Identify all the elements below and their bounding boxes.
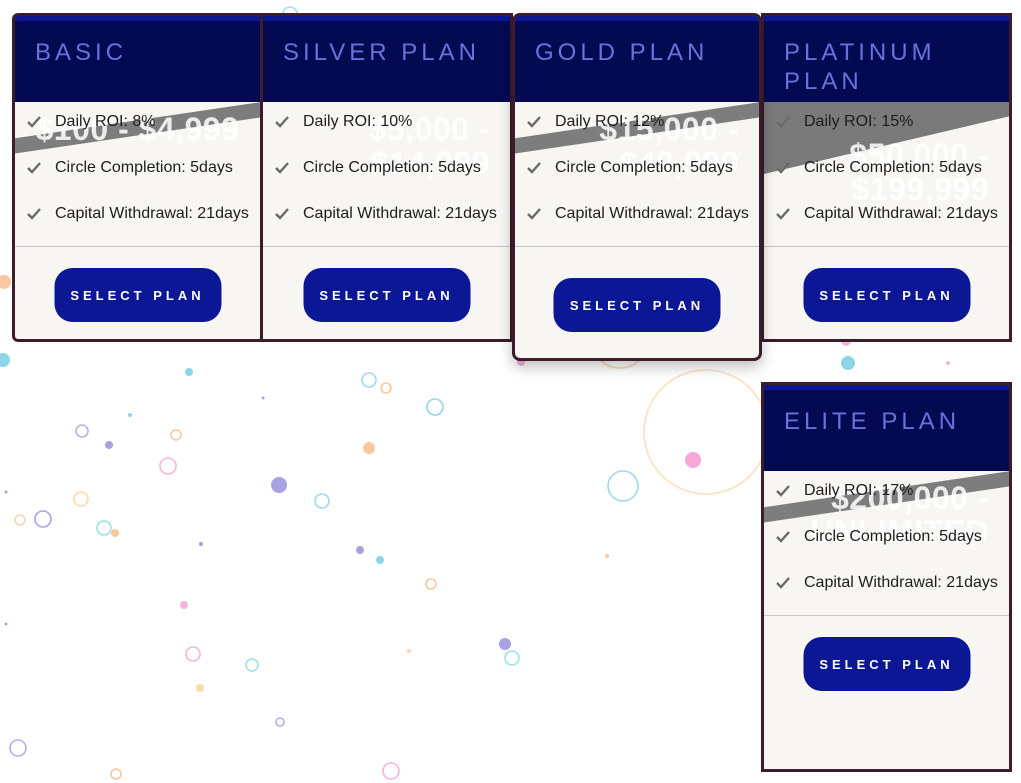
feature-item: Capital Withdrawal: 21days: [776, 573, 999, 619]
feature-item: Capital Withdrawal: 21days: [275, 204, 500, 250]
check-icon: [776, 204, 804, 226]
feature-item: Circle Completion: 5days: [776, 158, 999, 204]
plan-card-elite: ELITE PLAN $200,000 - UNLIMITED Daily RO…: [761, 382, 1012, 772]
feature-item: Capital Withdrawal: 21days: [527, 204, 749, 250]
check-icon: [527, 204, 555, 226]
plan-card-basic: BASIC $100 - $4,999 Daily ROI: 8% Circle…: [12, 13, 263, 342]
feature-list: Daily ROI: 15% Circle Completion: 5days …: [776, 112, 999, 250]
check-icon: [527, 158, 555, 180]
divider: [764, 615, 1009, 616]
select-plan-button[interactable]: SELECT PLAN: [803, 268, 970, 322]
plan-title: BASIC: [35, 39, 128, 66]
check-icon: [275, 204, 303, 226]
select-plan-button[interactable]: SELECT PLAN: [553, 278, 721, 332]
plan-title: PLATINUM PLAN: [784, 39, 936, 95]
check-icon: [275, 158, 303, 180]
feature-item: Daily ROI: 10%: [275, 112, 500, 158]
select-plan-button[interactable]: SELECT PLAN: [54, 268, 221, 322]
plan-card-silver: SILVER PLAN $5,000 - $14,999 Daily ROI: …: [260, 13, 513, 342]
plan-title: ELITE PLAN: [784, 408, 961, 435]
feature-item: Capital Withdrawal: 21days: [776, 204, 999, 250]
feature-item: Circle Completion: 5days: [527, 158, 749, 204]
divider: [15, 246, 260, 247]
plan-card-platinum: PLATINUM PLAN $50,000 - $199,999 Daily R…: [761, 13, 1012, 342]
check-icon: [776, 158, 804, 180]
feature-item: Capital Withdrawal: 21days: [27, 204, 250, 250]
feature-list: Daily ROI: 17% Circle Completion: 5days …: [776, 481, 999, 619]
divider: [764, 246, 1009, 247]
check-icon: [27, 112, 55, 134]
check-icon: [776, 112, 804, 134]
feature-item: Circle Completion: 5days: [275, 158, 500, 204]
check-icon: [527, 112, 555, 134]
check-icon: [776, 573, 804, 595]
feature-item: Daily ROI: 17%: [776, 481, 999, 527]
plan-title: SILVER PLAN: [283, 39, 480, 66]
select-plan-button[interactable]: SELECT PLAN: [303, 268, 470, 322]
check-icon: [776, 481, 804, 503]
check-icon: [27, 158, 55, 180]
select-plan-button[interactable]: SELECT PLAN: [803, 637, 970, 691]
plan-card-gold: GOLD PLAN $15,000 - $49,999 Daily ROI: 1…: [512, 13, 762, 361]
feature-item: Daily ROI: 8%: [27, 112, 250, 158]
feature-item: Daily ROI: 12%: [527, 112, 749, 158]
feature-list: Daily ROI: 12% Circle Completion: 5days …: [527, 112, 749, 250]
divider: [515, 246, 759, 247]
plan-title: GOLD PLAN: [535, 39, 709, 66]
feature-item: Circle Completion: 5days: [776, 527, 999, 573]
divider: [263, 246, 510, 247]
feature-item: Daily ROI: 15%: [776, 112, 999, 158]
feature-list: Daily ROI: 8% Circle Completion: 5days C…: [27, 112, 250, 250]
check-icon: [776, 527, 804, 549]
check-icon: [27, 204, 55, 226]
check-icon: [275, 112, 303, 134]
feature-item: Circle Completion: 5days: [27, 158, 250, 204]
feature-list: Daily ROI: 10% Circle Completion: 5days …: [275, 112, 500, 250]
